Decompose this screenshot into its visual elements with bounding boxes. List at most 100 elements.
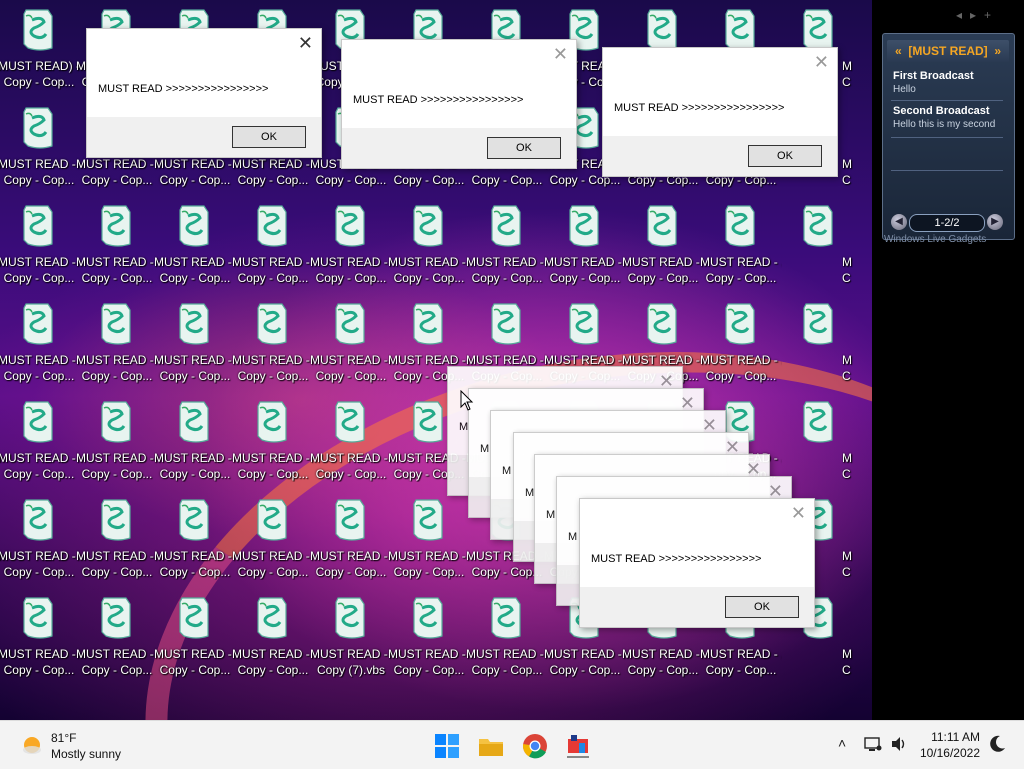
notifications-moon-icon[interactable] [990, 735, 1006, 753]
close-icon[interactable]: ✕ [791, 503, 806, 523]
script-file-icon[interactable]: MC [780, 294, 858, 390]
ok-button[interactable]: OK [725, 596, 799, 618]
script-file-icon[interactable]: MUST READ - ...Copy - Cop... [154, 588, 236, 684]
script-file-icon[interactable]: MUST READ) - Copy - Cop... [0, 0, 80, 96]
ok-button[interactable]: OK [748, 145, 822, 167]
vbs-script-icon [20, 400, 56, 444]
message-dialog-2[interactable]: ✕ MUST READ >>>>>>>>>>>>>>>> OK [341, 39, 577, 169]
script-file-icon[interactable]: MUST READ - ...Copy - Cop... [310, 392, 392, 488]
broadcast-gadget[interactable]: « [MUST READ] » First Broadcast Hello Se… [882, 33, 1015, 240]
vbs-script-icon [566, 204, 602, 248]
script-file-icon[interactable]: MUST READ - ...Copy - Cop... [232, 294, 314, 390]
script-file-icon[interactable]: MUST READ - ...Copy - Cop... [154, 196, 236, 292]
vbs-script-icon [254, 302, 290, 346]
script-file-icon[interactable]: MUST READ - ...Copy - Cop... [0, 294, 80, 390]
gadget-divider [891, 100, 1003, 101]
script-file-icon[interactable]: MUST READ - ...Copy - Cop... [76, 196, 158, 292]
script-file-icon[interactable]: MUST READ - ...Copy - Cop... [232, 490, 314, 586]
network-icon[interactable] [864, 736, 882, 752]
file-label: MUST READ - ...Copy - Cop... [232, 451, 314, 481]
vbs-script-icon [20, 498, 56, 542]
gadget-next-icon[interactable]: » [994, 40, 1001, 62]
gadget-divider [891, 137, 1003, 138]
message-dialog-front[interactable]: ✕ MUST READ >>>>>>>>>>>>>>>> OK [579, 498, 815, 628]
vbs-script-icon [20, 596, 56, 640]
ok-button[interactable]: OK [487, 137, 561, 159]
script-file-icon[interactable]: MUST READ - ...Copy - Cop... [388, 490, 470, 586]
file-label: MUST READ - ...Copy - Cop... [622, 255, 704, 285]
script-file-icon[interactable]: MUST READ - ...Copy - Cop... [0, 490, 80, 586]
script-file-icon[interactable]: MUST READ - ...Copy - Cop... [700, 196, 782, 292]
gadget-footer-link[interactable]: Windows Live Gadgets [884, 234, 986, 245]
script-file-icon[interactable]: MUST READ - ...Copy - Cop... [76, 392, 158, 488]
vbs-script-icon [98, 204, 134, 248]
script-file-icon[interactable]: MUST READ - ...Copy - Cop... [232, 392, 314, 488]
script-file-icon[interactable]: MUST READ - ...Copy - Cop... [466, 588, 548, 684]
script-file-icon[interactable]: MUST READ - ...Copy - Cop... [154, 490, 236, 586]
broadcast-title: Second Broadcast [893, 105, 990, 117]
dialog-message: MUST READ >>>>>>>>>>>>>>>> [591, 553, 762, 565]
script-file-icon[interactable]: MUST READ - ...Copy - Cop... [154, 392, 236, 488]
vbs-script-icon [98, 498, 134, 542]
gadget-prev-icon[interactable]: « [895, 40, 902, 62]
chevron-up-icon[interactable]: ˄ [838, 735, 846, 751]
clock-date[interactable]: 10/16/2022 [920, 746, 980, 760]
script-file-icon[interactable]: MUST READ - ...Copy - Cop... [466, 196, 548, 292]
script-app-icon[interactable] [565, 733, 591, 759]
chrome-icon[interactable] [522, 733, 548, 759]
broadcast-item[interactable]: Second Broadcast Hello this is my second [893, 105, 995, 130]
gadget-sidebar-controls[interactable]: ◂▸+ [956, 8, 999, 22]
weather-temperature[interactable]: 81°F [51, 731, 76, 745]
script-file-icon[interactable]: MUST READ - ...Copy - Cop... [700, 294, 782, 390]
script-file-icon[interactable]: MUST READ - ...Copy - Cop... [232, 588, 314, 684]
file-label: MC [842, 157, 852, 187]
script-file-icon[interactable]: MUST READ - ...Copy - Cop... [76, 294, 158, 390]
sun-cloud-icon[interactable] [20, 733, 44, 757]
ok-button[interactable]: OK [232, 126, 306, 148]
vbs-script-icon [176, 596, 212, 640]
gadget-page-prev-button[interactable]: ◀ [891, 214, 907, 230]
script-file-icon[interactable]: MUST READ - ...Copy - Cop... [232, 196, 314, 292]
file-label: MUST READ - ...Copy - Cop... [466, 647, 548, 677]
close-icon[interactable]: ✕ [814, 52, 829, 72]
script-file-icon[interactable]: MUST READ - ...Copy - Cop... [0, 98, 80, 194]
file-label: MUST READ - ...Copy - Cop... [154, 255, 236, 285]
file-label: MUST READ - ...Copy - Cop... [700, 255, 782, 285]
gadget-page-next-button[interactable]: ▶ [987, 214, 1003, 230]
script-file-icon[interactable]: MC [780, 392, 858, 488]
script-file-icon[interactable]: MUST READ - ...Copy - Cop... [310, 490, 392, 586]
script-file-icon[interactable]: MUST READ - ...Copy - Cop... [622, 196, 704, 292]
broadcast-title: First Broadcast [893, 70, 974, 82]
weather-description[interactable]: Mostly sunny [51, 747, 121, 761]
file-label: MUST READ - ...Copy - Cop... [76, 549, 158, 579]
script-file-icon[interactable]: MUST READ - ...Copy - Cop... [544, 196, 626, 292]
volume-icon[interactable] [890, 736, 908, 752]
vbs-script-icon [488, 204, 524, 248]
file-explorer-icon[interactable] [478, 733, 504, 759]
script-file-icon[interactable]: MUST READ - ...Copy - Cop... [0, 392, 80, 488]
script-file-icon[interactable]: MUST READ - ...Copy - Cop... [154, 294, 236, 390]
file-label: MUST READ - ...Copy - Cop... [544, 647, 626, 677]
script-file-icon[interactable]: MUST READ - ...Copy - Cop... [388, 588, 470, 684]
script-file-icon[interactable]: MUST READ - ...Copy - Cop... [388, 196, 470, 292]
broadcast-subtitle: Hello [893, 84, 916, 95]
windows-start-icon[interactable] [434, 733, 460, 759]
script-file-icon[interactable]: MUST READ - ...Copy - Cop... [76, 490, 158, 586]
vbs-script-icon [254, 498, 290, 542]
close-icon[interactable]: ✕ [553, 44, 568, 64]
script-file-icon[interactable]: MUST READ - ...Copy (7).vbs [310, 588, 392, 684]
script-file-icon[interactable]: MUST READ - ...Copy - Cop... [0, 196, 80, 292]
message-dialog-3[interactable]: ✕ MUST READ >>>>>>>>>>>>>>>> OK [602, 47, 838, 177]
vbs-script-icon [800, 8, 836, 52]
script-file-icon[interactable]: MUST READ - ...Copy - Cop... [0, 588, 80, 684]
vbs-script-icon [20, 106, 56, 150]
script-file-icon[interactable]: MUST READ - ...Copy - Cop... [310, 196, 392, 292]
script-file-icon[interactable]: MC [780, 196, 858, 292]
broadcast-item[interactable]: First Broadcast Hello [893, 70, 974, 95]
script-file-icon[interactable]: MUST READ - ...Copy - Cop... [76, 588, 158, 684]
message-dialog-1[interactable]: ✕ MUST READ >>>>>>>>>>>>>>>> OK [86, 28, 322, 158]
script-file-icon[interactable]: MUST READ - ...Copy - Cop... [310, 294, 392, 390]
file-label: MC [842, 353, 852, 383]
close-icon[interactable]: ✕ [298, 33, 313, 53]
clock-time[interactable]: 11:11 AM [931, 730, 980, 744]
